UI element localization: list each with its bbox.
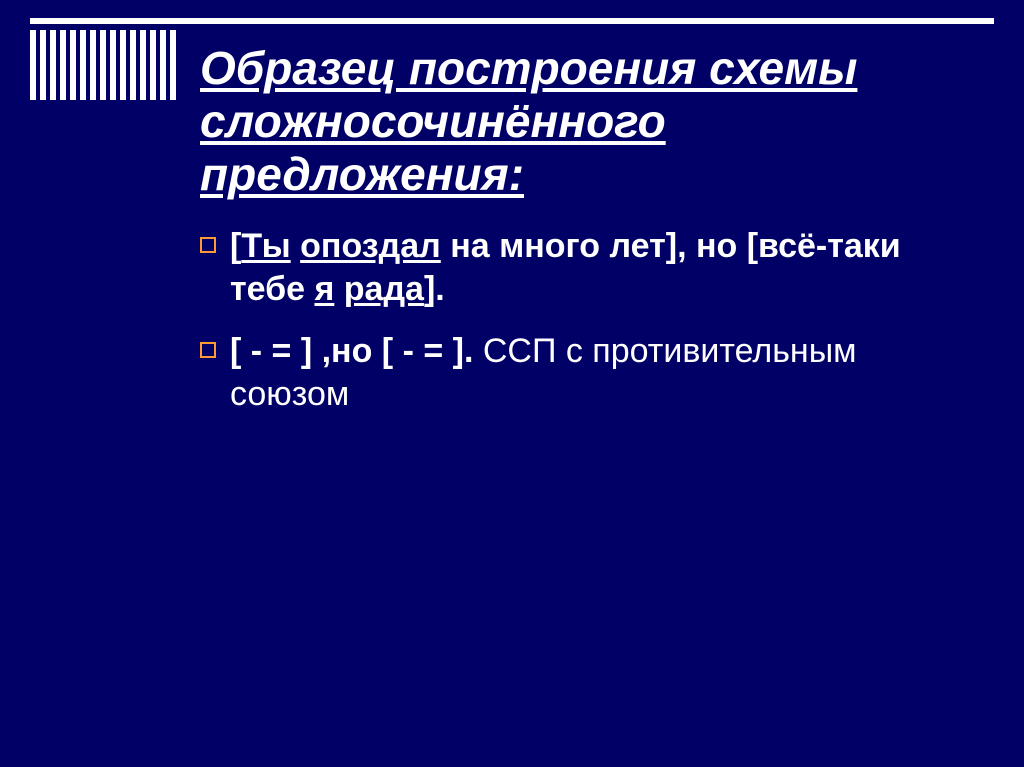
bullet-item: [ - = ] ,но [ - = ]. ССП с противительны… (200, 330, 964, 415)
slide: Образец построения схемы сложносочинённо… (0, 0, 1024, 767)
top-rule (30, 18, 994, 24)
decorative-bars (30, 30, 176, 100)
bullet-item: [Ты опоздал на много лет], но [всё-таки … (200, 225, 964, 310)
bullet-text: [ - = ] ,но [ - = ]. ССП с противительны… (230, 330, 964, 415)
bullet-square-icon (200, 342, 216, 358)
slide-body: [Ты опоздал на много лет], но [всё-таки … (200, 225, 964, 435)
bullet-square-icon (200, 237, 216, 253)
bullet-text: [Ты опоздал на много лет], но [всё-таки … (230, 225, 964, 310)
slide-title: Образец построения схемы сложносочинённо… (200, 42, 984, 201)
